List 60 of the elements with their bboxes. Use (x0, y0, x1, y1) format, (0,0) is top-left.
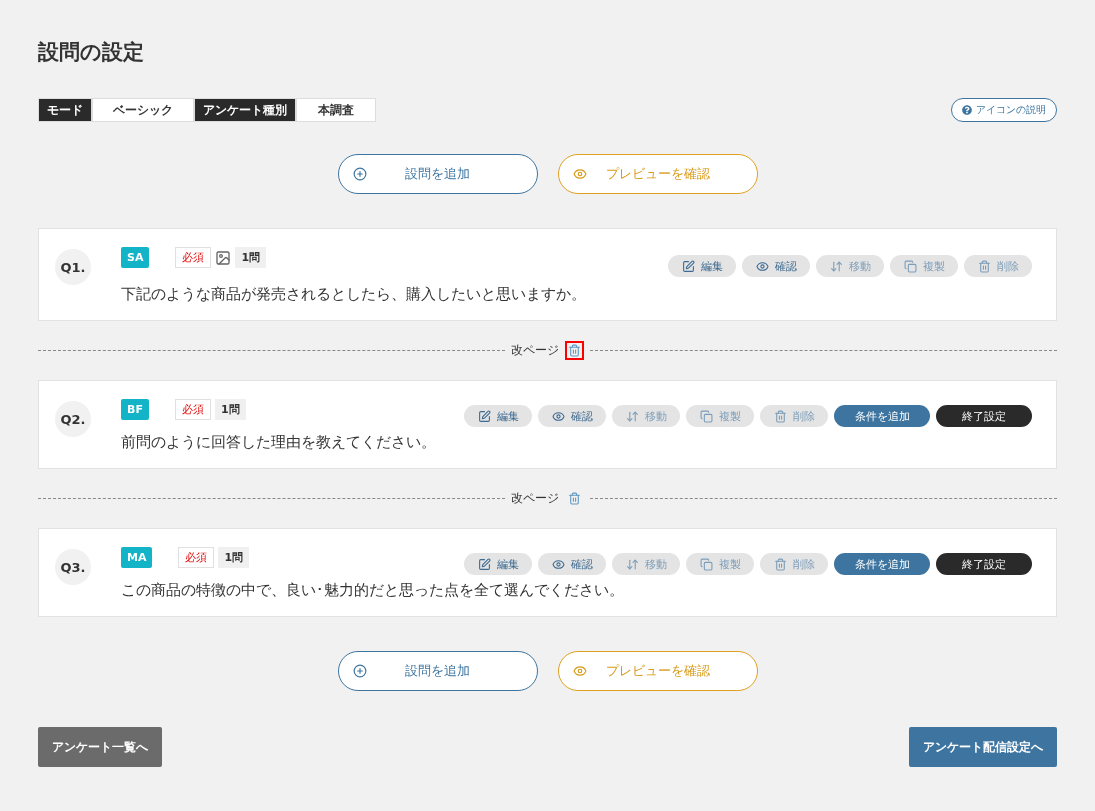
page-title: 設問の設定 (38, 39, 145, 66)
count-tag: 1問 (235, 247, 267, 268)
trash-icon (977, 259, 991, 273)
required-tag: 必須 (174, 399, 211, 420)
edit-icon (681, 259, 695, 273)
question-type-tag: MA (121, 547, 153, 568)
condition-action-button[interactable]: 条件を追加 (834, 553, 930, 575)
edit-icon (477, 409, 491, 423)
view-action-button[interactable]: 確認 (538, 553, 606, 575)
question-number: Q3. (55, 549, 91, 585)
view-action-button[interactable]: 確認 (742, 255, 810, 277)
help-icon (962, 105, 972, 115)
add-question-button[interactable]: 設問を追加 (337, 154, 538, 194)
add-question-button[interactable]: 設問を追加 (337, 651, 538, 691)
eye-icon (551, 557, 565, 571)
question-type-tag: SA (121, 247, 150, 268)
copy-icon (903, 259, 917, 273)
question-number: Q2. (55, 401, 91, 437)
plus-icon (352, 167, 367, 181)
setting-label: アンケート種別 (195, 99, 295, 121)
condition-action-button[interactable]: 条件を追加 (834, 405, 930, 427)
edit-action-button[interactable]: 編集 (464, 405, 532, 427)
question-text: 前問のように回答した理由を教えてください。 (121, 433, 437, 452)
eye-icon (755, 259, 769, 273)
page-break-label: 改ページ (510, 342, 560, 359)
question-text: この商品の特徴の中で、良い･魅力的だと思った点を全て選んでください。 (121, 581, 625, 600)
setting-value: 本調査 (297, 99, 375, 121)
preview-button[interactable]: プレビューを確認 (557, 651, 758, 691)
count-tag: 1問 (218, 547, 250, 568)
trash-icon (773, 409, 787, 423)
setting-value: ベーシック (93, 99, 193, 121)
next-button[interactable]: アンケート配信設定へ (909, 727, 1057, 767)
end-action-button[interactable]: 終了設定 (936, 553, 1032, 575)
icon-help-button[interactable]: アイコンの説明 (951, 98, 1057, 122)
eye-icon (551, 409, 565, 423)
question-type-tag: BF (121, 399, 149, 420)
required-tag: 必須 (175, 247, 212, 268)
back-button[interactable]: アンケート一覧へ (38, 727, 162, 767)
page-break-label: 改ページ (510, 490, 560, 507)
trash-icon[interactable] (565, 341, 584, 360)
view-action-button[interactable]: 確認 (538, 405, 606, 427)
eye-icon (572, 664, 587, 678)
trash-icon (773, 557, 787, 571)
arrows-icon (625, 409, 639, 423)
setting-label: モード (39, 99, 91, 121)
question-text: 下記のような商品が発売されるとしたら、購入したいと思いますか。 (121, 285, 587, 304)
plus-icon (352, 664, 367, 678)
question-number: Q1. (55, 249, 91, 285)
preview-button[interactable]: プレビューを確認 (557, 154, 758, 194)
edit-icon (477, 557, 491, 571)
eye-icon (572, 167, 587, 181)
copy-icon (699, 409, 713, 423)
copy-icon (699, 557, 713, 571)
arrows-icon (625, 557, 639, 571)
edit-action-button[interactable]: 編集 (464, 553, 532, 575)
count-tag: 1問 (214, 399, 246, 420)
edit-action-button[interactable]: 編集 (668, 255, 736, 277)
required-tag: 必須 (178, 547, 215, 568)
end-action-button[interactable]: 終了設定 (936, 405, 1032, 427)
arrows-icon (829, 259, 843, 273)
